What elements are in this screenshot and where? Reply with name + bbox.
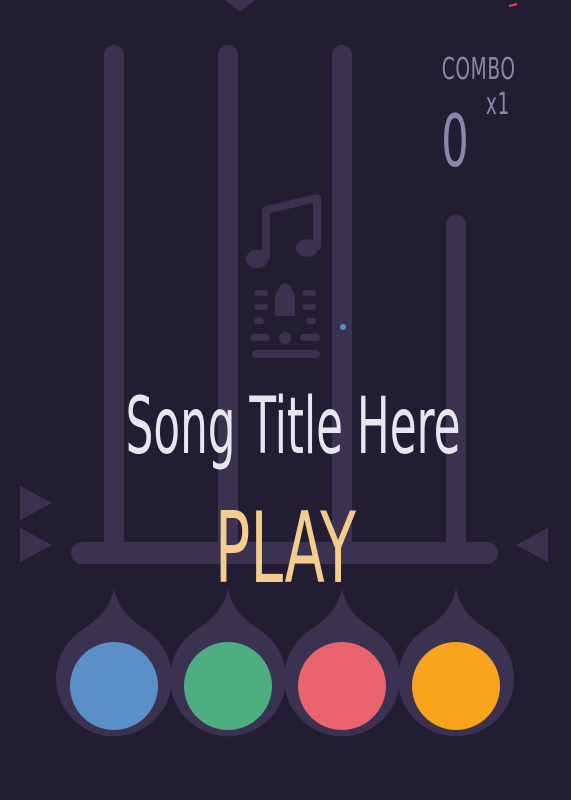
- game-stage[interactable]: COMBO x1 0 Song Title Here PLAY: [0, 0, 571, 800]
- top-triangle-icon: [225, 0, 255, 12]
- song-title: Song Title Here: [125, 382, 461, 472]
- triangle-right-icon: [20, 486, 52, 520]
- play-button[interactable]: PLAY: [114, 500, 457, 598]
- metronome-icon: [250, 283, 320, 358]
- music-note-icon: [246, 194, 321, 268]
- note-dot: [340, 324, 346, 330]
- triangle-right-icon: [20, 528, 52, 562]
- lane-4-button[interactable]: [412, 642, 500, 730]
- score-counter: 0: [441, 99, 469, 183]
- lane-1-button[interactable]: [70, 642, 158, 730]
- lane-2-button[interactable]: [184, 642, 272, 730]
- triangle-left-icon: [516, 528, 548, 562]
- lane-3-button[interactable]: [298, 642, 386, 730]
- corner-mark: [508, 3, 518, 7]
